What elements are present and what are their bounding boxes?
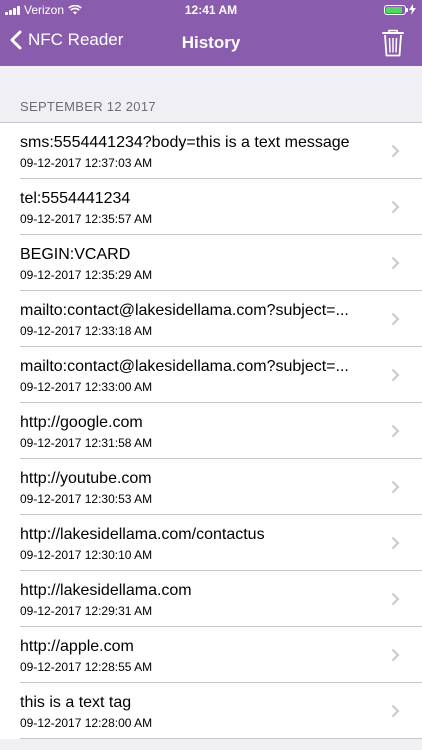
history-row-title: sms:5554441234?body=this is a text messa… [20,134,350,151]
history-row[interactable]: this is a text tag 09-12-2017 12:28:00 A… [0,683,422,739]
history-row-date: 09-12-2017 12:35:57 AM [20,212,153,226]
page-title: History [181,33,241,52]
history-row[interactable]: http://google.com 09-12-2017 12:31:58 AM [0,403,422,459]
history-row-title: http://youtube.com [20,470,152,487]
history-row-date: 09-12-2017 12:33:18 AM [20,324,153,338]
history-row[interactable]: tel:5554441234 09-12-2017 12:35:57 AM [0,179,422,235]
app-header: Verizon 12:41 AM NFC Reader History [0,0,422,66]
chevron-right-icon [391,648,400,662]
history-row-title: http://lakesidellama.com [20,582,192,599]
history-row-date: 09-12-2017 12:30:53 AM [20,492,153,506]
status-time: 12:41 AM [184,3,238,17]
history-row-date: 09-12-2017 12:28:00 AM [20,716,153,730]
chevron-right-icon [391,592,400,606]
history-row-title: this is a text tag [20,694,132,711]
chevron-right-icon [391,536,400,550]
history-row-date: 09-12-2017 12:30:10 AM [20,548,153,562]
history-row-title: http://google.com [20,414,143,431]
history-row-title: BEGIN:VCARD [20,246,131,263]
status-bar: Verizon 12:41 AM [0,0,422,20]
history-row-date: 09-12-2017 12:31:58 AM [20,436,153,450]
history-row-date: 09-12-2017 12:35:29 AM [20,268,153,282]
section-date-header: SEPTEMBER 12 2017 [20,99,156,114]
history-row[interactable]: mailto:contact@lakesidellama.com?subject… [0,291,422,347]
history-row[interactable]: http://apple.com 09-12-2017 12:28:55 AM [0,627,422,683]
chevron-right-icon [391,200,400,214]
chevron-right-icon [391,312,400,326]
delete-history-button[interactable] [382,29,404,62]
battery-icon [384,4,408,15]
status-right [384,4,416,15]
chevron-right-icon [391,368,400,382]
chevron-right-icon [391,256,400,270]
history-row-title: tel:5554441234 [20,190,131,207]
battery-level [386,6,403,13]
charging-bolt-icon [409,4,416,15]
history-row-title: http://lakesidellama.com/contactus [20,526,265,543]
chevron-right-icon [391,704,400,718]
history-row-title: mailto:contact@lakesidellama.com?subject… [20,302,349,319]
history-row-date: 09-12-2017 12:33:00 AM [20,380,153,394]
chevron-right-icon [391,144,400,158]
history-row[interactable]: BEGIN:VCARD 09-12-2017 12:35:29 AM [0,235,422,291]
navigation-bar: NFC Reader History [0,20,422,66]
history-row-date: 09-12-2017 12:37:03 AM [20,156,153,170]
chevron-right-icon [391,424,400,438]
history-row-date: 09-12-2017 12:29:31 AM [20,604,153,618]
history-row-title: mailto:contact@lakesidellama.com?subject… [20,358,349,375]
history-row-date: 09-12-2017 12:28:55 AM [20,660,153,674]
history-row[interactable]: http://lakesidellama.com/contactus 09-12… [0,515,422,571]
trash-icon [382,29,404,57]
history-row-title: http://apple.com [20,638,134,655]
history-row[interactable]: http://youtube.com 09-12-2017 12:30:53 A… [0,459,422,515]
history-row[interactable]: mailto:contact@lakesidellama.com?subject… [0,347,422,403]
chevron-right-icon [391,480,400,494]
history-row[interactable]: sms:5554441234?body=this is a text messa… [0,123,422,179]
history-row[interactable]: http://lakesidellama.com 09-12-2017 12:2… [0,571,422,627]
history-list: sms:5554441234?body=this is a text messa… [0,122,422,739]
